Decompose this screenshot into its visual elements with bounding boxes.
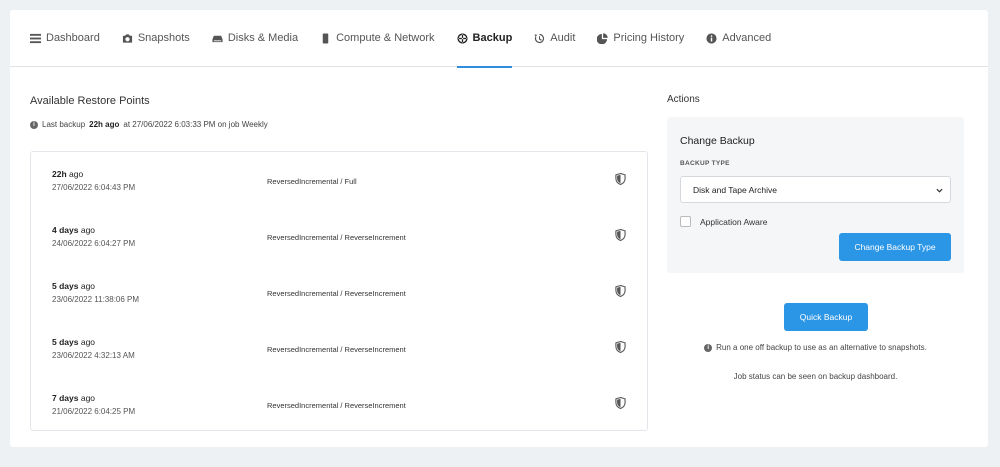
age-unit: ago	[80, 225, 96, 235]
chevron-down-icon	[936, 188, 943, 193]
backup-type-label: BACKUP TYPE	[680, 160, 730, 167]
restore-point-row[interactable]: 22h ago 27/06/2022 6:04:43 PM ReversedIn…	[31, 169, 647, 225]
last-backup-age: 22h ago	[89, 120, 120, 129]
section-title: Available Restore Points	[30, 95, 150, 107]
tab-advanced[interactable]: Advanced	[706, 10, 771, 67]
last-backup-prefix: Last backup	[42, 120, 86, 129]
tab-label: Backup	[472, 32, 513, 44]
tab-audit[interactable]: Audit	[534, 10, 575, 67]
shield-icon[interactable]	[615, 341, 626, 353]
change-backup-type-button[interactable]: Change Backup Type	[839, 233, 951, 261]
tab-dashboard[interactable]: Dashboard	[30, 10, 100, 67]
actions-label: Actions	[667, 94, 700, 105]
application-aware-option: Application Aware	[680, 216, 767, 227]
restore-point-date: 24/06/2022 6:04:27 PM	[52, 239, 136, 248]
tab-label: Advanced	[722, 32, 772, 44]
age-value: 22h	[52, 169, 67, 179]
tab-bar: Dashboard Snapshots Disks & Media Comput…	[10, 10, 988, 68]
tab-backup[interactable]: Backup	[456, 10, 513, 68]
last-backup-suffix: at 27/06/2022 6:03:33 PM on job Weekly	[123, 120, 268, 129]
application-aware-checkbox[interactable]	[680, 216, 691, 227]
job-status-info: Job status can be seen on backup dashboa…	[667, 372, 964, 381]
age-unit: ago	[69, 169, 84, 179]
age-value: 4 days	[52, 225, 79, 235]
age-unit: ago	[80, 337, 96, 347]
restore-point-date: 23/06/2022 11:38:06 PM	[52, 295, 140, 304]
restore-point-age: 4 days ago	[52, 225, 95, 235]
age-unit: ago	[80, 281, 96, 291]
restore-point-date: 27/06/2022 6:04:43 PM	[52, 183, 136, 192]
tab-disks-media[interactable]: Disks & Media	[212, 10, 298, 67]
dashboard-icon	[30, 33, 41, 43]
restore-point-type: ReversedIncremental / ReverseIncrement	[267, 289, 406, 298]
disk-icon	[212, 35, 223, 42]
restore-point-date: 23/06/2022 4:32:13 AM	[52, 351, 135, 360]
age-value: 7 days	[52, 393, 79, 403]
tab-label: Disks & Media	[227, 32, 299, 44]
quick-backup-button[interactable]: Quick Backup	[784, 303, 868, 331]
tab-compute-network[interactable]: Compute & Network	[320, 10, 435, 67]
tab-label: Dashboard	[46, 32, 100, 44]
restore-point-row[interactable]: 5 days ago 23/06/2022 11:38:06 PM Revers…	[31, 281, 647, 337]
age-value: 5 days	[52, 337, 79, 347]
restore-point-type: ReversedIncremental / ReverseIncrement	[267, 233, 406, 242]
panel-title: Change Backup	[680, 135, 755, 147]
restore-point-type: ReversedIncremental / ReverseIncrement	[267, 345, 406, 354]
tab-label: Pricing History	[613, 32, 685, 44]
globe-icon	[457, 32, 468, 44]
shield-icon[interactable]	[615, 173, 626, 185]
tab-label: Snapshots	[137, 32, 190, 44]
age-value: 5 days	[52, 281, 79, 291]
tab-label: Audit	[550, 32, 576, 44]
application-aware-label: Application Aware	[700, 216, 768, 227]
restore-point-date: 21/06/2022 6:04:25 PM	[52, 407, 136, 416]
restore-point-type: ReversedIncremental / ReverseIncrement	[267, 401, 406, 410]
tab-label: Compute & Network	[336, 32, 435, 44]
restore-point-type: ReversedIncremental / Full	[267, 177, 357, 186]
tab-pricing-history[interactable]: Pricing History	[597, 10, 684, 67]
main-card: Dashboard Snapshots Disks & Media Comput…	[10, 10, 988, 447]
job-status-text: Job status can be seen on backup dashboa…	[733, 372, 898, 381]
info-icon: i	[30, 120, 38, 129]
restore-point-age: 7 days ago	[52, 393, 95, 403]
info-icon: i	[704, 343, 713, 352]
tab-snapshots[interactable]: Snapshots	[122, 10, 190, 67]
quick-backup-info-text: Run a one off backup to use as an altern…	[716, 343, 927, 352]
change-backup-panel: Change Backup BACKUP TYPE Disk and Tape …	[667, 117, 964, 273]
restore-point-age: 5 days ago	[52, 337, 95, 347]
restore-point-row[interactable]: 5 days ago 23/06/2022 4:32:13 AM Reverse…	[31, 337, 647, 393]
quick-backup-info: i Run a one off backup to use as an alte…	[667, 343, 964, 352]
history-icon	[534, 33, 545, 43]
restore-point-row[interactable]: 7 days ago 21/06/2022 6:04:25 PM Reverse…	[31, 393, 647, 449]
shield-icon[interactable]	[615, 397, 626, 409]
camera-icon	[122, 33, 132, 43]
restore-point-age: 22h ago	[52, 169, 83, 179]
shield-icon[interactable]	[615, 285, 626, 297]
restore-point-age: 5 days ago	[52, 281, 95, 291]
shield-icon[interactable]	[615, 229, 626, 241]
last-backup-info: i Last backup 22h ago at 27/06/2022 6:03…	[30, 120, 268, 129]
age-unit: ago	[80, 393, 96, 403]
server-icon	[322, 32, 329, 44]
backup-type-value: Disk and Tape Archive	[693, 184, 777, 195]
info-icon	[706, 32, 717, 44]
backup-type-select[interactable]: Disk and Tape Archive	[680, 176, 951, 203]
pie-chart-icon	[597, 32, 609, 44]
restore-points-list: 22h ago 27/06/2022 6:04:43 PM ReversedIn…	[30, 151, 648, 431]
restore-point-row[interactable]: 4 days ago 24/06/2022 6:04:27 PM Reverse…	[31, 225, 647, 281]
